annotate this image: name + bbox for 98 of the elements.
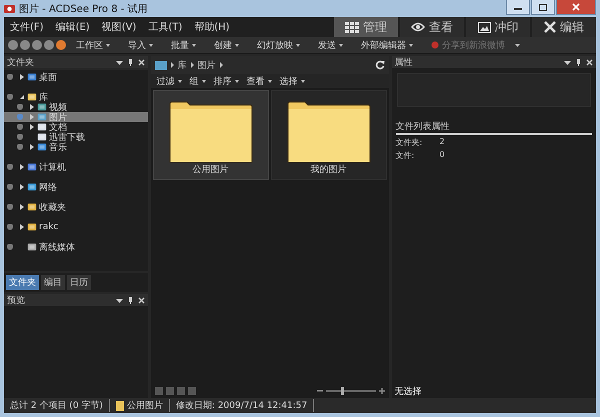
panel-title: 属性 xyxy=(394,56,414,68)
pin-icon[interactable] xyxy=(17,134,23,140)
close-icon xyxy=(572,3,580,11)
breadcrumb-item[interactable]: 图片 xyxy=(198,58,216,72)
folder-name: 我的图片 xyxy=(310,164,347,176)
camera-icon xyxy=(4,4,15,13)
expander-icon[interactable] xyxy=(29,124,35,130)
status-summary: 总计 2 个项目 (0 字节) xyxy=(4,399,110,412)
dropdown-icon[interactable] xyxy=(116,296,123,304)
expander-icon[interactable] xyxy=(29,144,35,150)
dropdown-icon[interactable] xyxy=(116,58,123,66)
folder-tree-item[interactable]: 收藏夹 xyxy=(4,202,148,212)
folder-thumbnail[interactable]: 我的图片 xyxy=(270,90,387,180)
mode-tab[interactable]: 管理 xyxy=(334,17,398,37)
folder-tree-item[interactable]: 离线媒体 xyxy=(4,242,148,252)
folder-tree-item[interactable]: 文档 xyxy=(4,122,148,132)
pin-icon[interactable] xyxy=(575,58,582,66)
dropdown-icon[interactable] xyxy=(564,58,571,66)
close-icon[interactable] xyxy=(586,58,593,66)
expander-icon[interactable] xyxy=(19,204,25,210)
eye-icon xyxy=(411,22,425,32)
maximize-icon xyxy=(539,4,547,10)
pin-icon[interactable] xyxy=(7,224,13,230)
dropdown-icon[interactable] xyxy=(515,44,520,46)
zoom-slider[interactable] xyxy=(326,387,376,395)
pin-icon[interactable] xyxy=(126,58,134,66)
toolbar-button[interactable]: 批量 xyxy=(163,38,204,52)
property-label: 文件: xyxy=(396,150,416,161)
menu-item[interactable]: 工具(T) xyxy=(142,20,188,34)
toolbar-button[interactable]: 外部编辑器 xyxy=(353,38,421,52)
tools-icon xyxy=(544,21,556,33)
property-value: 2 xyxy=(440,137,445,148)
window-title: 图片 - ACDSee Pro 8 - 试用 xyxy=(19,2,149,16)
plus-icon[interactable] xyxy=(378,388,385,394)
expander-icon[interactable] xyxy=(19,164,25,170)
toolbar-button[interactable]: 导入 xyxy=(120,38,161,52)
maximize-button[interactable] xyxy=(531,0,555,15)
folder-tree-item[interactable]: 库 xyxy=(4,92,148,102)
folder-tree-item[interactable]: 桌面 xyxy=(4,72,148,82)
pin-icon[interactable] xyxy=(17,124,23,130)
section-title: 文件列表属性 xyxy=(396,120,592,135)
property-value: 0 xyxy=(440,150,445,161)
status-modified: 修改日期: 2009/7/14 12:41:57 xyxy=(170,399,314,412)
expander-icon[interactable] xyxy=(19,94,25,100)
close-button[interactable] xyxy=(556,0,596,15)
folder-thumbnail[interactable]: 公用图片 xyxy=(152,90,269,180)
property-label: 文件夹: xyxy=(396,137,424,148)
filter-menu-button[interactable]: 组 xyxy=(186,74,210,88)
minimize-button[interactable] xyxy=(506,0,530,15)
menu-item[interactable]: 帮助(H) xyxy=(188,20,236,34)
folder-tree-item[interactable]: 音乐 xyxy=(4,142,148,152)
panel-title: 预览 xyxy=(7,294,26,306)
folder-tree-item[interactable]: 迅雷下载 xyxy=(4,132,148,142)
pin-icon[interactable] xyxy=(7,94,13,100)
panel-tab[interactable]: 文件夹 xyxy=(6,275,39,290)
filter-menu-button[interactable]: 排序 xyxy=(210,74,243,88)
toolbar-button[interactable]: 工作区 xyxy=(68,38,118,52)
selection-status: 无选择 xyxy=(394,386,423,398)
pin-icon[interactable] xyxy=(7,204,13,210)
close-icon[interactable] xyxy=(138,58,145,66)
pin-icon[interactable] xyxy=(126,296,134,304)
panel-tab[interactable]: 编目 xyxy=(41,275,65,290)
mode-tab[interactable]: 编辑 xyxy=(532,17,596,37)
pin-icon[interactable] xyxy=(17,104,23,110)
expander-icon[interactable] xyxy=(19,74,25,80)
menu-item[interactable]: 视图(V) xyxy=(96,20,142,34)
expander-icon[interactable] xyxy=(19,224,25,230)
folder-tree-item[interactable]: rakc xyxy=(4,222,148,232)
filter-menu-button[interactable]: 查看 xyxy=(242,74,276,88)
filter-menu-button[interactable]: 过滤 xyxy=(152,74,186,88)
mode-tab[interactable]: 查看 xyxy=(400,17,464,37)
folder-name: 公用图片 xyxy=(192,164,229,176)
folder-tree-item[interactable]: 计算机 xyxy=(4,162,148,172)
pin-icon[interactable] xyxy=(17,144,23,150)
folder-tree-item[interactable]: 网络 xyxy=(4,182,148,192)
breadcrumb-item[interactable]: 库 xyxy=(178,58,187,72)
expander-icon[interactable] xyxy=(29,104,35,110)
pin-icon[interactable] xyxy=(7,184,13,190)
filter-menu-button[interactable]: 选择 xyxy=(276,74,309,88)
close-icon[interactable] xyxy=(138,296,145,304)
panel-title: 文件夹 xyxy=(7,56,35,68)
refresh-icon[interactable] xyxy=(374,60,385,70)
minus-icon[interactable] xyxy=(316,388,323,394)
folder-tree-item[interactable]: 视频 xyxy=(4,102,148,112)
toolbar-button[interactable]: 发送 xyxy=(310,38,351,52)
grid-icon xyxy=(345,22,359,32)
menu-item[interactable]: 文件(F) xyxy=(4,20,50,34)
status-folder: 公用图片 xyxy=(126,400,163,412)
pin-icon[interactable] xyxy=(7,164,13,170)
menu-item[interactable]: 编辑(E) xyxy=(50,20,96,34)
pin-icon[interactable] xyxy=(7,74,13,80)
pin-icon[interactable] xyxy=(7,244,13,250)
slider-thumb[interactable] xyxy=(340,387,344,395)
toolbar-button[interactable]: 创建 xyxy=(206,38,247,52)
expander-icon[interactable] xyxy=(19,184,25,190)
panel-tab[interactable]: 日历 xyxy=(67,275,91,290)
toolbar-button[interactable]: 幻灯放映 xyxy=(249,38,308,52)
mode-tab[interactable]: 冲印 xyxy=(466,17,530,37)
